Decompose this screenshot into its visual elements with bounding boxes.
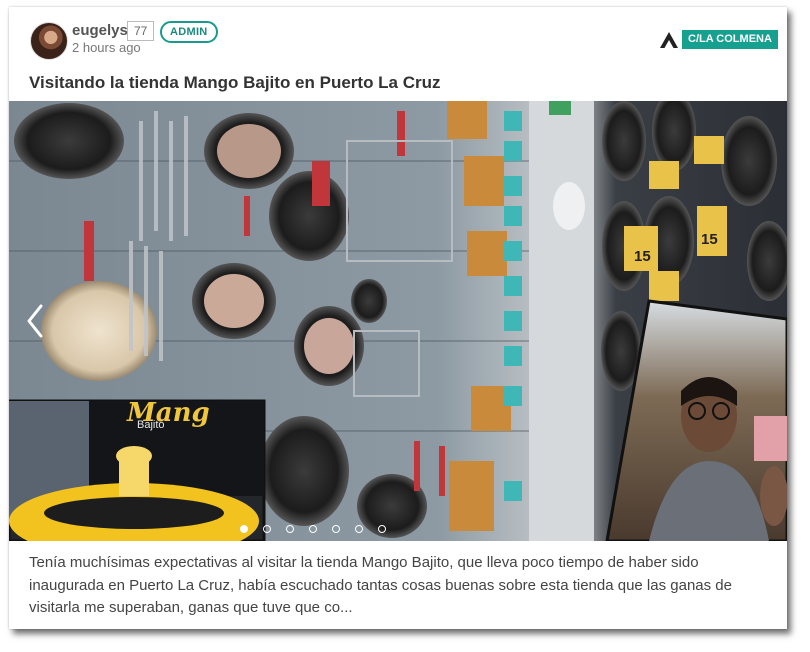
post-card[interactable]: eugelys 77 ADMIN 2 hours ago C/LA COLMEN… xyxy=(9,7,787,629)
community-logo-icon xyxy=(660,32,678,48)
carousel-dot[interactable] xyxy=(240,525,248,533)
carousel-prev-button[interactable] xyxy=(21,301,49,341)
price-tag: 15 xyxy=(634,248,651,265)
post-title[interactable]: Visitando la tienda Mango Bajito en Puer… xyxy=(29,73,441,93)
admin-badge: ADMIN xyxy=(160,21,218,43)
store-sign-inset: Mang Bajito xyxy=(9,398,266,541)
carousel-dot[interactable] xyxy=(355,525,363,533)
carousel-pagination xyxy=(9,525,787,535)
carousel-dot[interactable] xyxy=(378,525,386,533)
svg-text:Bajito: Bajito xyxy=(137,419,165,431)
post-timestamp: 2 hours ago xyxy=(72,40,141,55)
reputation-badge: 77 xyxy=(127,21,155,41)
chevron-left-icon xyxy=(27,304,43,338)
carousel-dot[interactable] xyxy=(309,525,317,533)
carousel-image[interactable]: 15 15 Mang Bajito xyxy=(9,101,787,541)
carousel-dot[interactable] xyxy=(263,525,271,533)
post-excerpt[interactable]: Tenía muchísimas expectativas al visitar… xyxy=(29,552,769,620)
image-carousel[interactable]: 15 15 Mang Bajito xyxy=(9,101,787,541)
price-tag: 15 xyxy=(701,231,718,248)
carousel-dot[interactable] xyxy=(332,525,340,533)
carousel-dot[interactable] xyxy=(286,525,294,533)
community-tag[interactable]: C/LA COLMENA xyxy=(682,30,778,49)
avatar[interactable] xyxy=(30,22,68,60)
username[interactable]: eugelys xyxy=(72,22,128,39)
